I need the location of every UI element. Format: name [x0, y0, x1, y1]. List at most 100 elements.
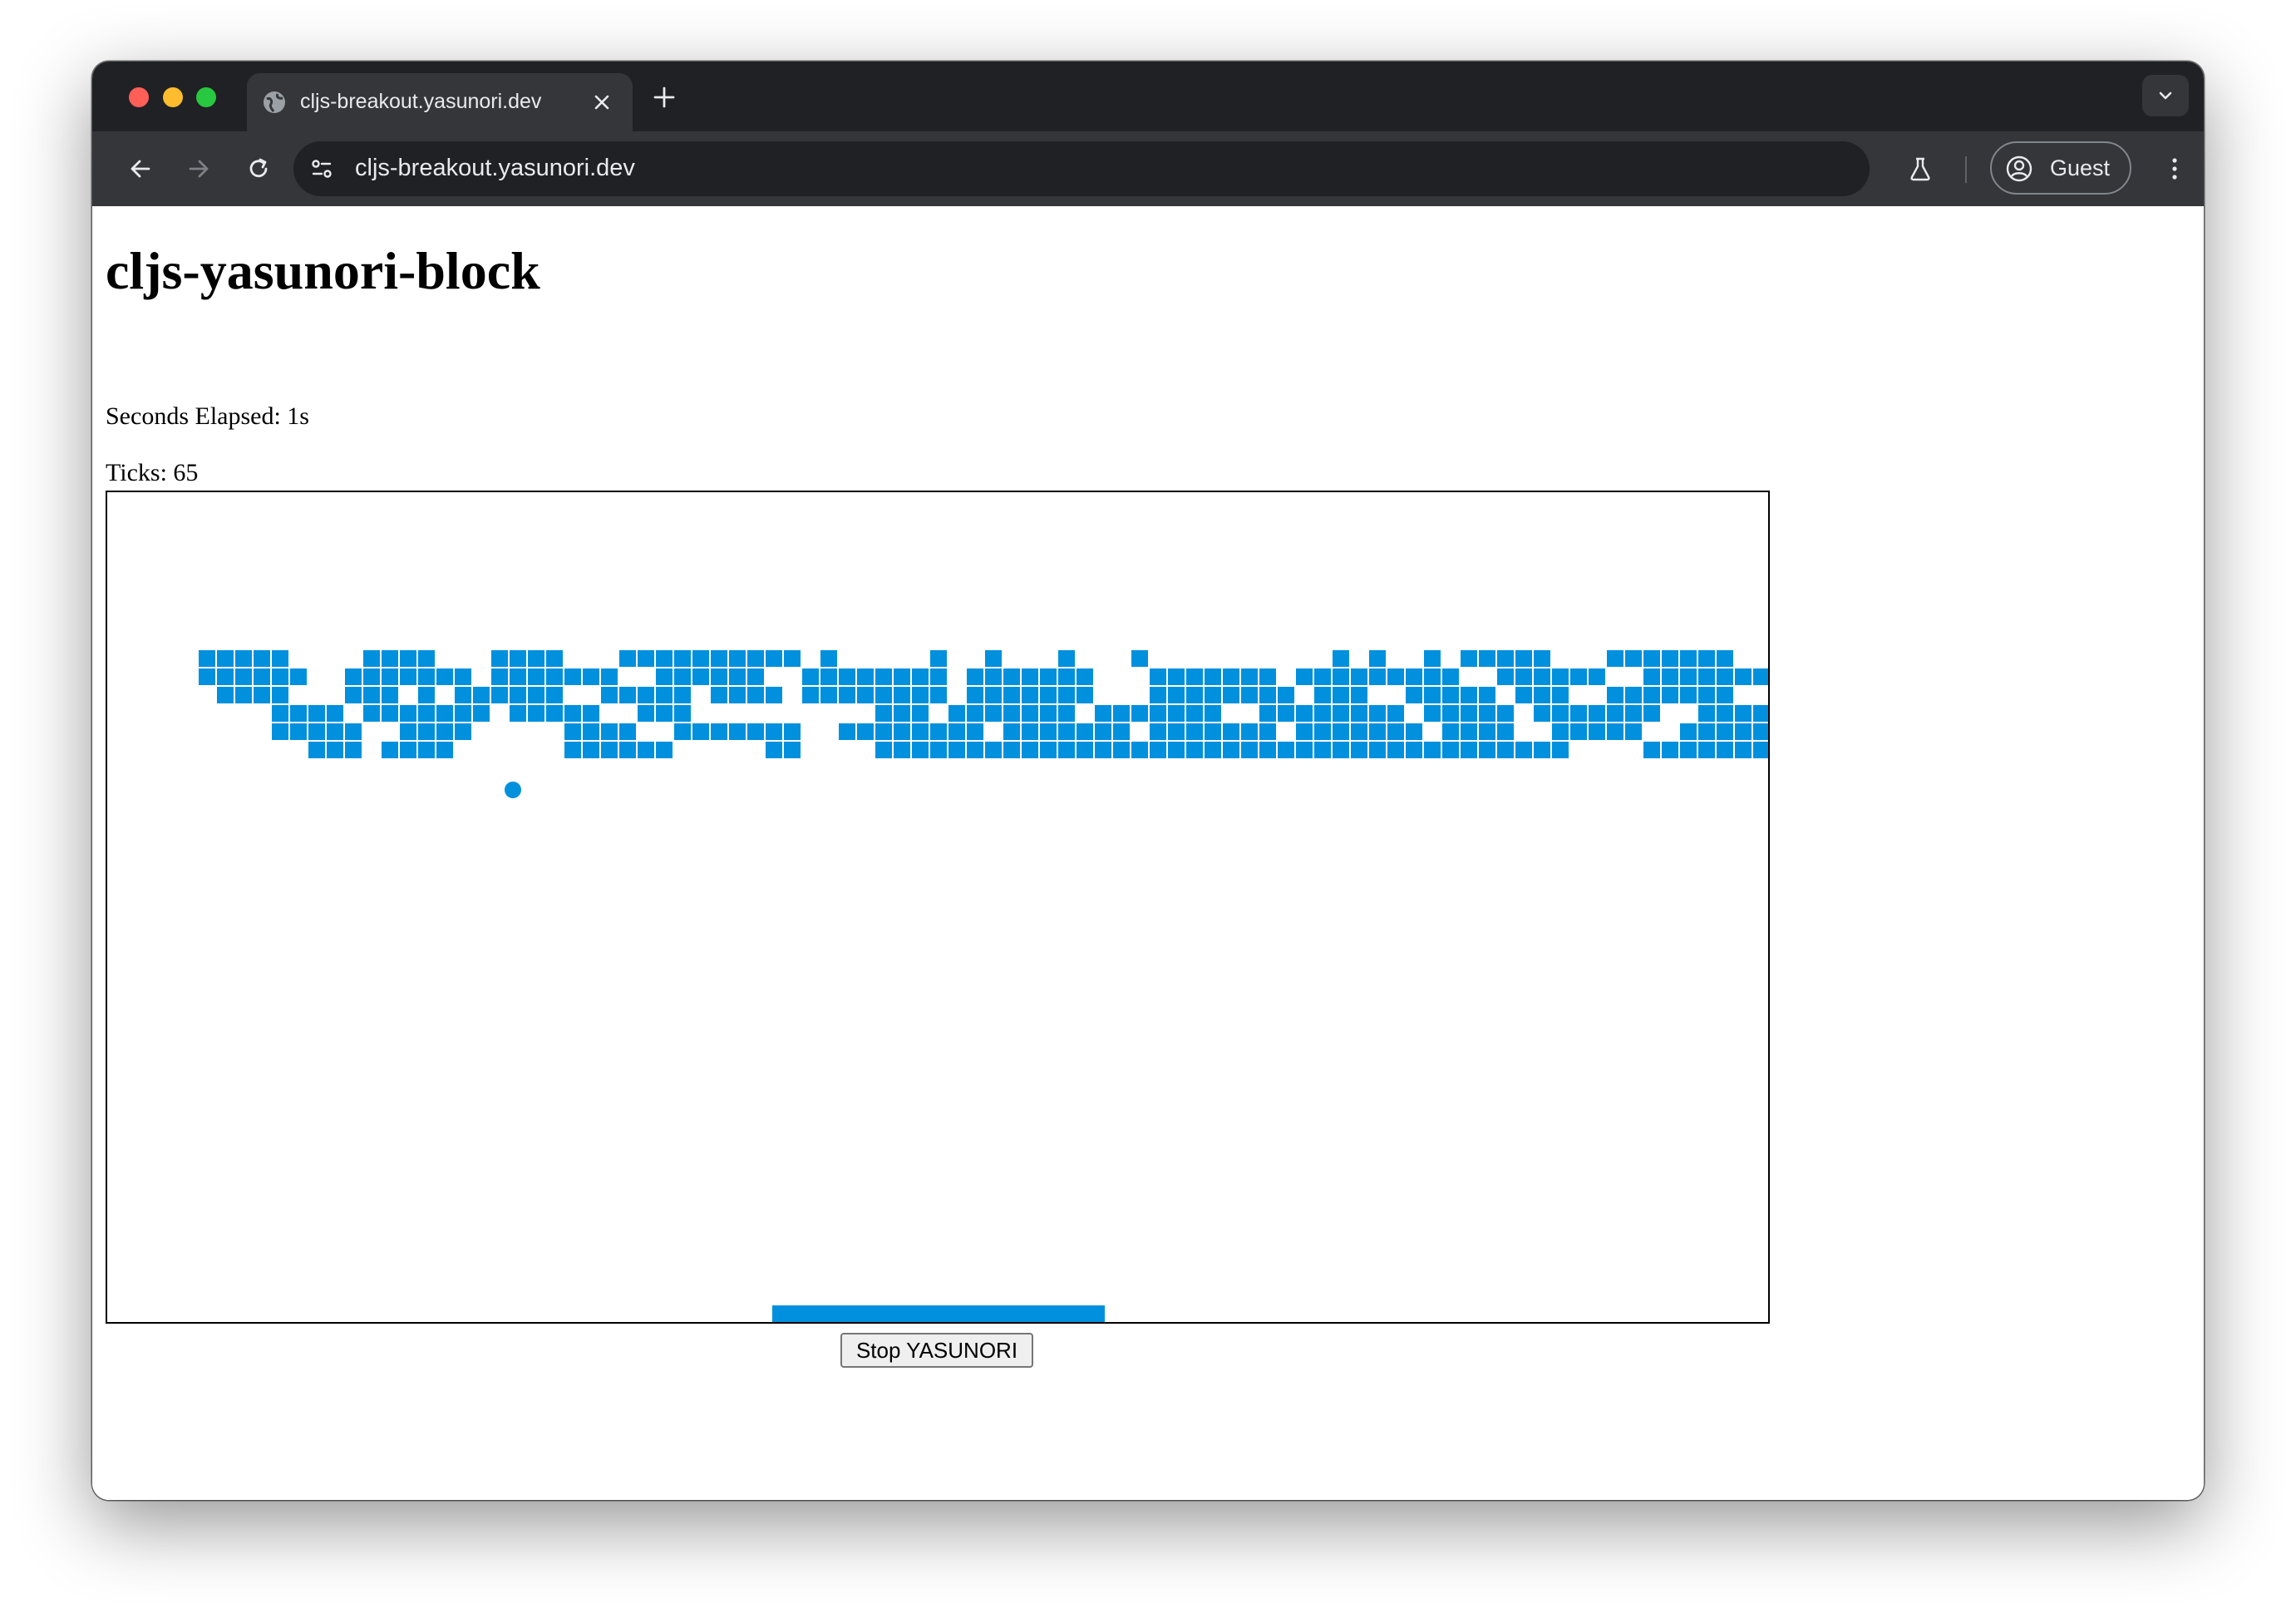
- stop-button[interactable]: Stop YASUNORI: [840, 1333, 1033, 1368]
- brick: [985, 742, 1002, 758]
- brick: [1461, 705, 1477, 722]
- brick: [363, 687, 380, 703]
- brick: [1077, 687, 1093, 703]
- brick: [1223, 723, 1239, 740]
- brick: [820, 668, 837, 685]
- brick: [875, 687, 892, 703]
- kebab-menu-icon[interactable]: [2161, 155, 2189, 183]
- brick: [1205, 668, 1221, 685]
- brick: [1753, 668, 1768, 685]
- brick: [1552, 668, 1569, 685]
- brick: [820, 650, 837, 667]
- forward-arrow-icon[interactable]: [185, 155, 212, 182]
- brick: [1351, 705, 1367, 722]
- back-arrow-icon[interactable]: [127, 155, 154, 182]
- brick: [1333, 742, 1349, 758]
- brick: [674, 705, 691, 722]
- brick: [1442, 742, 1459, 758]
- browser-tab[interactable]: cljs-breakout.yasunori.dev: [247, 73, 633, 131]
- brick: [967, 687, 983, 703]
- brick: [418, 687, 435, 703]
- brick: [1278, 705, 1294, 722]
- tab-search-button[interactable]: [2142, 75, 2189, 116]
- brick-wall: [199, 650, 1768, 758]
- brick: [436, 742, 453, 758]
- brick: [638, 687, 654, 703]
- brick: [436, 723, 453, 740]
- brick: [1259, 668, 1276, 685]
- brick: [1552, 742, 1569, 758]
- brick: [894, 687, 910, 703]
- brick: [1607, 723, 1623, 740]
- brick: [1259, 742, 1276, 758]
- brick: [1680, 742, 1697, 758]
- brick: [1150, 742, 1166, 758]
- brick: [1369, 705, 1386, 722]
- browser-window: cljs-breakout.yasunori.dev cljs-breakout…: [92, 62, 2204, 1500]
- brick: [967, 723, 983, 740]
- game-canvas[interactable]: [106, 491, 1770, 1324]
- brick: [1479, 687, 1495, 703]
- brick: [510, 705, 526, 722]
- brick: [1387, 705, 1404, 722]
- minimize-window-button[interactable]: [163, 87, 183, 107]
- brick: [692, 668, 709, 685]
- brick: [1406, 723, 1422, 740]
- brick: [564, 705, 581, 722]
- brick: [1607, 705, 1623, 722]
- new-tab-icon[interactable]: [651, 84, 677, 111]
- brick: [382, 668, 398, 685]
- address-bar[interactable]: cljs-breakout.yasunori.dev: [293, 141, 1870, 196]
- close-tab-icon[interactable]: [591, 91, 613, 113]
- brick: [363, 668, 380, 685]
- brick: [656, 668, 673, 685]
- brick: [1351, 723, 1367, 740]
- globe-icon: [264, 91, 285, 113]
- brick: [1040, 687, 1057, 703]
- brick: [1570, 723, 1587, 740]
- brick: [1461, 687, 1477, 703]
- profile-button[interactable]: Guest: [1990, 141, 2131, 195]
- brick: [1753, 723, 1768, 740]
- brick: [711, 687, 727, 703]
- close-window-button[interactable]: [129, 87, 149, 107]
- brick: [1296, 723, 1313, 740]
- brick: [1387, 723, 1404, 740]
- flask-icon[interactable]: [1906, 155, 1934, 183]
- brick: [1625, 723, 1642, 740]
- zoom-window-button[interactable]: [196, 87, 216, 107]
- page-title: cljs-yasunori-block: [106, 241, 540, 300]
- paddle[interactable]: [772, 1305, 1105, 1322]
- brick: [1625, 705, 1642, 722]
- brick: [308, 742, 325, 758]
- brick: [1589, 705, 1605, 722]
- brick: [1113, 705, 1130, 722]
- brick: [272, 723, 288, 740]
- brick: [1186, 668, 1203, 685]
- brick: [1278, 742, 1294, 758]
- brick: [674, 687, 691, 703]
- brick: [199, 650, 215, 667]
- brick: [656, 687, 673, 703]
- brick: [1003, 705, 1020, 722]
- brick: [601, 723, 618, 740]
- brick: [455, 668, 471, 685]
- url-text: cljs-breakout.yasunori.dev: [355, 155, 635, 181]
- brick: [1424, 650, 1441, 667]
- brick: [510, 668, 526, 685]
- brick: [1534, 650, 1550, 667]
- brick: [766, 742, 782, 758]
- reload-icon[interactable]: [245, 155, 272, 182]
- brick: [1058, 668, 1075, 685]
- brick: [546, 705, 563, 722]
- brick: [528, 705, 544, 722]
- brick: [1717, 687, 1733, 703]
- site-settings-icon[interactable]: [307, 154, 337, 184]
- brick: [400, 650, 416, 667]
- brick: [1168, 742, 1185, 758]
- brick: [546, 668, 563, 685]
- brick: [400, 742, 416, 758]
- brick: [1314, 742, 1331, 758]
- brick: [729, 668, 746, 685]
- brick: [784, 650, 801, 667]
